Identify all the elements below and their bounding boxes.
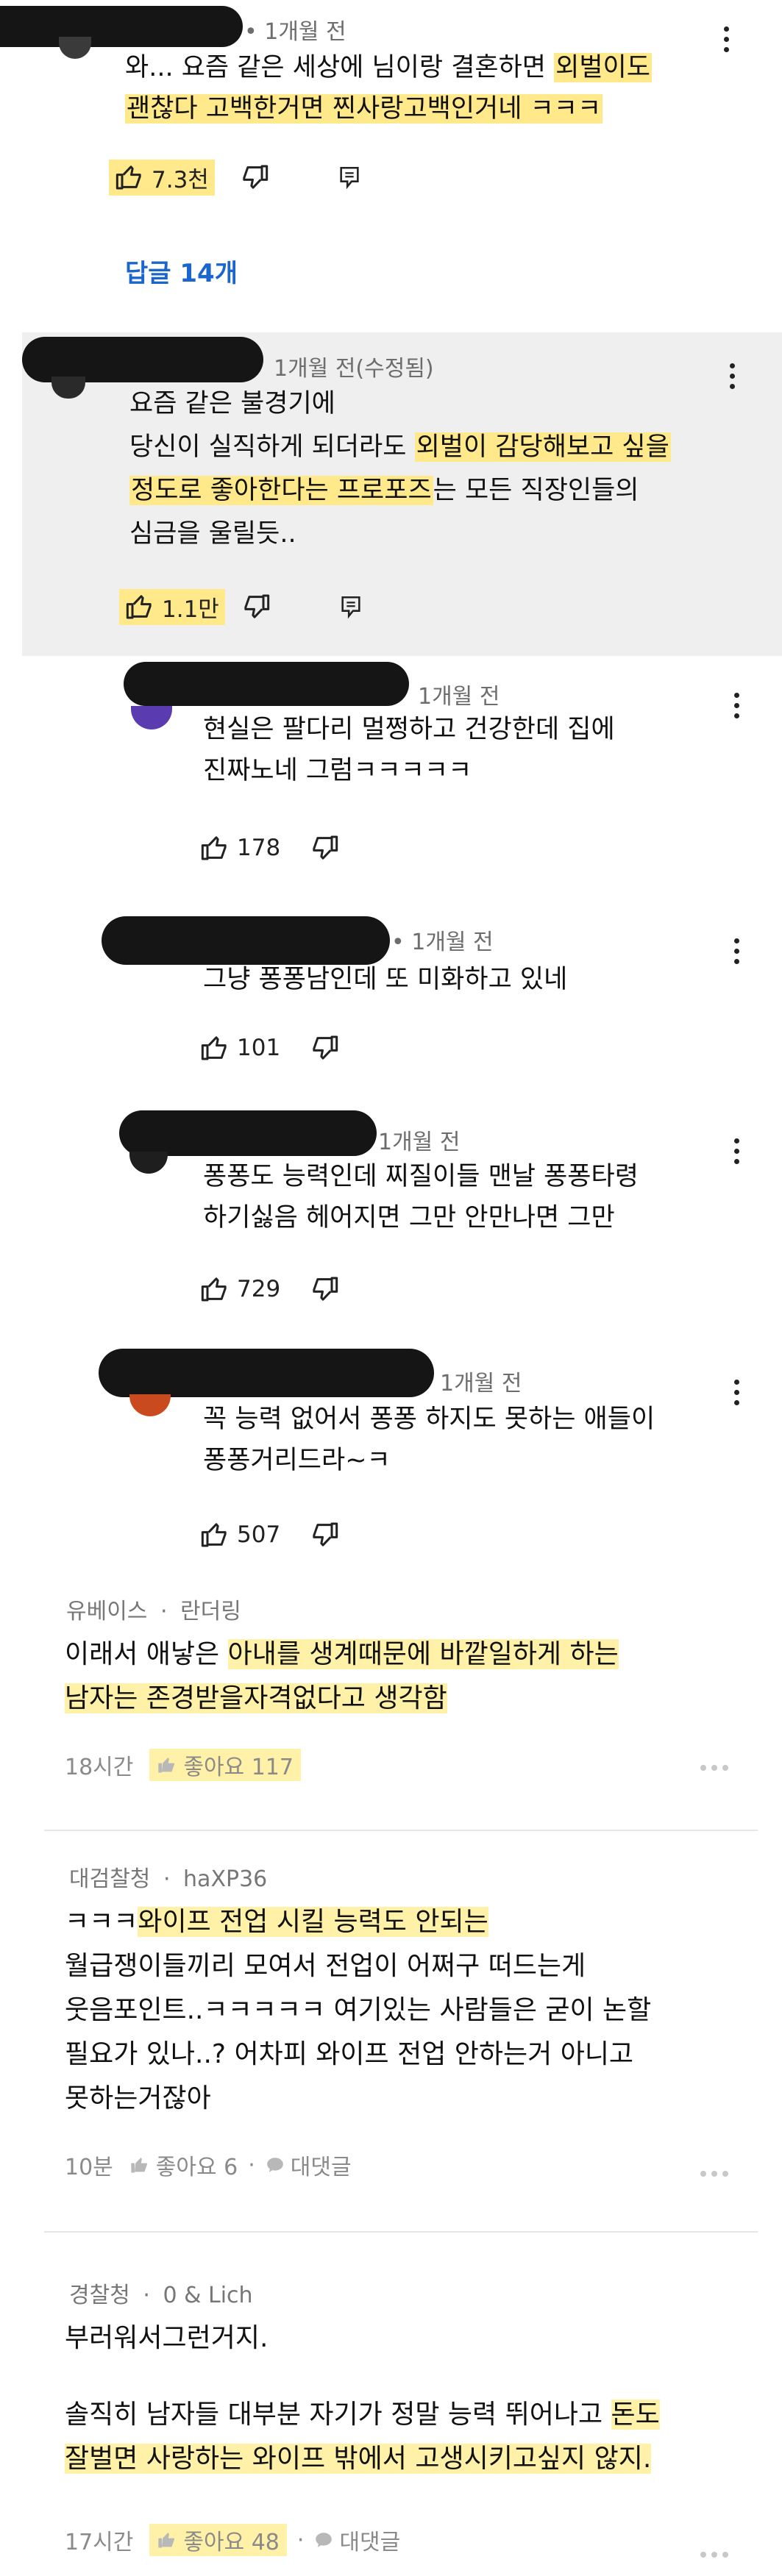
thumbs-up-icon [129, 2155, 150, 2175]
like-button[interactable]: 좋아요 117 [149, 1749, 301, 1781]
speech-bubble-icon [314, 2530, 333, 2550]
thumbs-up-icon[interactable] [200, 1033, 230, 1063]
reply-text: 현실은 팔다리 멀쩡하고 건강한데 집에 진짜노네 그럼ㅋㅋㅋㅋㅋ [203, 715, 615, 785]
thumbs-down-icon[interactable] [310, 833, 339, 863]
reply-actions: 507 [200, 1516, 339, 1553]
comment-footer: 10분 좋아요 6 · 대댓글 [65, 2149, 352, 2181]
reply-actions: 101 [200, 1030, 339, 1066]
thumbs-down-icon[interactable] [240, 163, 269, 192]
comment-text: ㅋㅋㅋ와이프 전업 시킬 능력도 안되는 월급쟁이들끼리 모여서 전업이 어쩌구… [65, 1907, 652, 2113]
thumbs-down-icon[interactable] [310, 1520, 339, 1549]
reply-time: 1개월 전 [378, 1130, 461, 1155]
more-options-icon[interactable] [733, 1138, 740, 1164]
like-count: 101 [237, 1035, 281, 1061]
thumbs-down-icon[interactable] [310, 1274, 339, 1304]
comment-actions: 7.3천 [109, 159, 362, 196]
nickname[interactable]: 란더링 [180, 1599, 241, 1624]
reply-time: 1개월 전 [418, 684, 500, 710]
comment-author: 대검찰청 · haXP36 [69, 1866, 268, 1892]
company-name: 대검찰청 [69, 1866, 151, 1892]
like-count: 507 [237, 1521, 281, 1548]
redacted-username [102, 916, 390, 965]
thumbs-up-icon[interactable] [200, 1274, 230, 1304]
comment-footer: 17시간 좋아요 48 · 대댓글 [65, 2524, 400, 2556]
comment-footer: 18시간 좋아요 117 [65, 1749, 301, 1781]
thumbs-down-icon[interactable] [310, 1033, 339, 1063]
comment-actions: 1.1만 [119, 588, 363, 625]
reply-actions: 729 [200, 1271, 339, 1307]
more-options-icon[interactable] [700, 2171, 728, 2177]
comment-time: 1개월 전(수정됨) [274, 356, 434, 382]
speech-bubble-icon [266, 2155, 285, 2174]
like-count: 7.3천 [152, 166, 209, 193]
redacted-username [22, 337, 263, 382]
more-options-icon[interactable] [728, 363, 736, 389]
reply-button[interactable]: 대댓글 [266, 2149, 352, 2181]
more-options-icon[interactable] [733, 938, 740, 964]
thumbs-down-icon[interactable] [241, 592, 271, 621]
more-options-icon[interactable] [733, 1380, 740, 1405]
comment-author: 유베이스 · 란더링 [66, 1599, 241, 1624]
redacted-username [0, 6, 243, 47]
company-name: 유베이스 [66, 1599, 148, 1624]
nickname[interactable]: haXP36 [183, 1866, 267, 1892]
divider [44, 2231, 758, 2233]
reply-time: • 1개월 전 [391, 930, 494, 955]
redacted-username [99, 1349, 434, 1397]
comment-text: 부러워서그런거지. 솔직히 남자들 대부분 자기가 정말 능력 뛰어나고 돈도 … [65, 2323, 660, 2474]
like-button[interactable]: 좋아요 48 [149, 2524, 287, 2556]
divider [44, 1830, 758, 1831]
thumbs-up-icon[interactable] [115, 163, 144, 192]
reply-icon[interactable] [338, 594, 363, 619]
comment-text: 요즘 같은 불경기에 당신이 실직하게 되더라도 외벌이 감당해보고 싶을 정도… [129, 389, 671, 549]
like-count: 729 [237, 1276, 281, 1302]
thumbs-up-icon[interactable] [200, 1520, 230, 1549]
company-name: 경찰청 [69, 2283, 130, 2308]
reply-actions: 178 [200, 829, 339, 866]
avatar[interactable] [129, 1152, 168, 1174]
more-options-icon[interactable] [700, 2552, 728, 2558]
thumbs-up-icon [157, 1755, 177, 1775]
reply-text: 퐁퐁도 능력인데 찌질이들 맨날 퐁퐁타령 하기싫음 헤어지면 그만 안만나면 … [203, 1162, 639, 1232]
nickname[interactable]: 0 & Lich [163, 2283, 252, 2308]
more-options-icon[interactable] [722, 26, 730, 52]
more-options-icon[interactable] [733, 693, 740, 718]
comment-text: 와... 요즘 같은 세상에 님이랑 결혼하면 외벌이도 괜찮다 고백한거면 찐… [125, 53, 652, 124]
reply-button[interactable]: 대댓글 [314, 2524, 400, 2556]
comment-time: • 1개월 전 [244, 19, 346, 45]
comment-time: 18시간 [65, 1755, 134, 1780]
avatar[interactable] [59, 37, 91, 59]
redacted-username [124, 662, 409, 706]
reply-icon[interactable] [337, 165, 362, 190]
redacted-username [119, 1110, 377, 1156]
like-button[interactable]: 좋아요 6 [129, 2149, 238, 2181]
comment-time: 17시간 [65, 2530, 134, 2555]
reply-time: 1개월 전 [440, 1371, 522, 1396]
thumbs-up-icon[interactable] [125, 592, 154, 621]
avatar[interactable] [129, 1394, 171, 1416]
avatar[interactable] [131, 706, 172, 729]
like-count: 1.1만 [162, 596, 219, 623]
replies-link[interactable]: 답글 14개 [125, 253, 238, 289]
reply-text: 그냥 퐁퐁남인데 또 미화하고 있네 [203, 965, 568, 994]
comment-author: 경찰청 · 0 & Lich [69, 2283, 253, 2308]
thumbs-up-icon [157, 2530, 177, 2550]
like-count: 178 [237, 835, 281, 861]
thumbs-up-icon[interactable] [200, 833, 230, 863]
reply-text: 꼭 능력 없어서 퐁퐁 하지도 못하는 애들이 퐁퐁거리드라~ㅋ [203, 1405, 655, 1475]
comment-text: 이래서 애낳은 아내를 생계때문에 바깥일하게 하는 남자는 존경받을자격없다고… [65, 1639, 619, 1713]
comment-time: 10분 [65, 2155, 113, 2180]
more-options-icon[interactable] [700, 1765, 728, 1771]
